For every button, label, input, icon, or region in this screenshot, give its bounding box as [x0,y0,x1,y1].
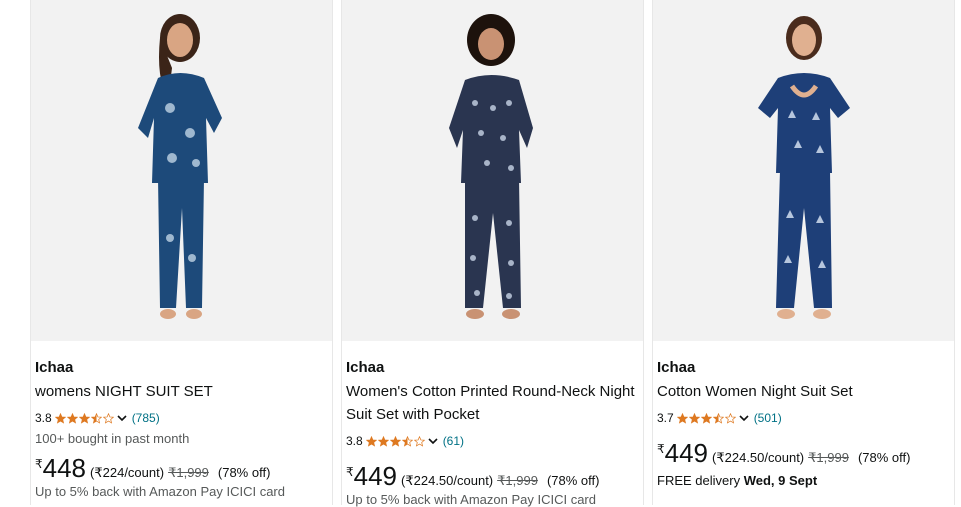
price-row: ₹ 449 (₹224.50/count) ₹1,999 (78% off) [346,462,639,490]
rating-value: 3.7 [657,411,674,425]
review-count-link[interactable]: (501) [754,411,782,425]
discount: (78% off) [857,450,911,465]
star-icon [676,412,688,424]
discount: (78% off) [217,465,271,480]
star-icon [78,412,90,424]
star-icon [90,412,102,424]
discount: (78% off) [546,473,600,488]
list-price: ₹1,999 [168,465,209,480]
star-icon [365,435,377,447]
product-brand: Ichaa [35,359,74,376]
star-icon [688,412,700,424]
currency-symbol: ₹ [35,457,43,471]
product-card-1[interactable]: Ichaa womens NIGHT SUIT SET 3.8 (785) 10… [30,0,333,505]
product-image-3[interactable] [653,0,954,341]
star-icon [700,412,712,424]
currency-symbol: ₹ [346,465,354,479]
star-rating[interactable] [365,435,426,447]
star-icon [389,435,401,447]
product-image-1[interactable] [31,0,332,341]
currency-symbol: ₹ [657,442,665,456]
chevron-down-icon[interactable] [738,412,750,424]
star-icon [724,412,736,424]
product-image-2[interactable] [342,0,643,341]
star-icon [66,412,78,424]
chevron-down-icon[interactable] [116,412,128,424]
delivery-date: Wed, 9 Sept [743,473,818,488]
star-icon [413,435,425,447]
product-brand: Ichaa [657,359,696,376]
unit-price: (₹224.50/count) [712,450,805,465]
list-price: ₹1,999 [808,450,849,465]
star-icon [54,412,66,424]
star-rating[interactable] [54,412,115,424]
star-icon [712,412,724,424]
product-title-link[interactable]: Cotton Women Night Suit Set [657,380,950,403]
price-row: ₹ 448 (₹224/count) ₹1,999 (78% off) [35,454,328,482]
price: 449 [664,438,709,468]
product-title-link[interactable]: Women's Cotton Printed Round-Neck Night … [346,380,639,426]
star-rating[interactable] [676,412,737,424]
unit-price: (₹224.50/count) [401,473,494,488]
rating-row: 3.8 (61) [346,432,639,450]
rating-value: 3.8 [346,434,363,448]
star-icon [102,412,114,424]
chevron-down-icon[interactable] [427,435,439,447]
list-price: ₹1,999 [497,473,538,488]
price: 449 [353,461,398,491]
product-card-3[interactable]: Ichaa Cotton Women Night Suit Set 3.7 (5… [652,0,955,505]
delivery-label: FREE delivery [657,473,741,488]
rating-value: 3.8 [35,411,52,425]
delivery-info: FREE delivery Wed, 9 Sept [657,473,950,488]
cashback-offer: Up to 5% back with Amazon Pay ICICI card [35,484,285,499]
product-card-2[interactable]: Ichaa Women's Cotton Printed Round-Neck … [341,0,644,507]
product-brand: Ichaa [346,359,385,376]
rating-row: 3.7 (501) [657,409,950,427]
star-icon [401,435,413,447]
price-row: ₹ 449 (₹224.50/count) ₹1,999 (78% off) [657,439,950,467]
product-title-link[interactable]: womens NIGHT SUIT SET [35,380,328,403]
review-count-link[interactable]: (785) [132,411,160,425]
bought-in-past-month: 100+ bought in past month [35,431,190,446]
unit-price: (₹224/count) [90,465,165,480]
review-count-link[interactable]: (61) [443,434,464,448]
star-icon [377,435,389,447]
rating-row: 3.8 (785) [35,409,328,427]
price: 448 [42,453,87,483]
